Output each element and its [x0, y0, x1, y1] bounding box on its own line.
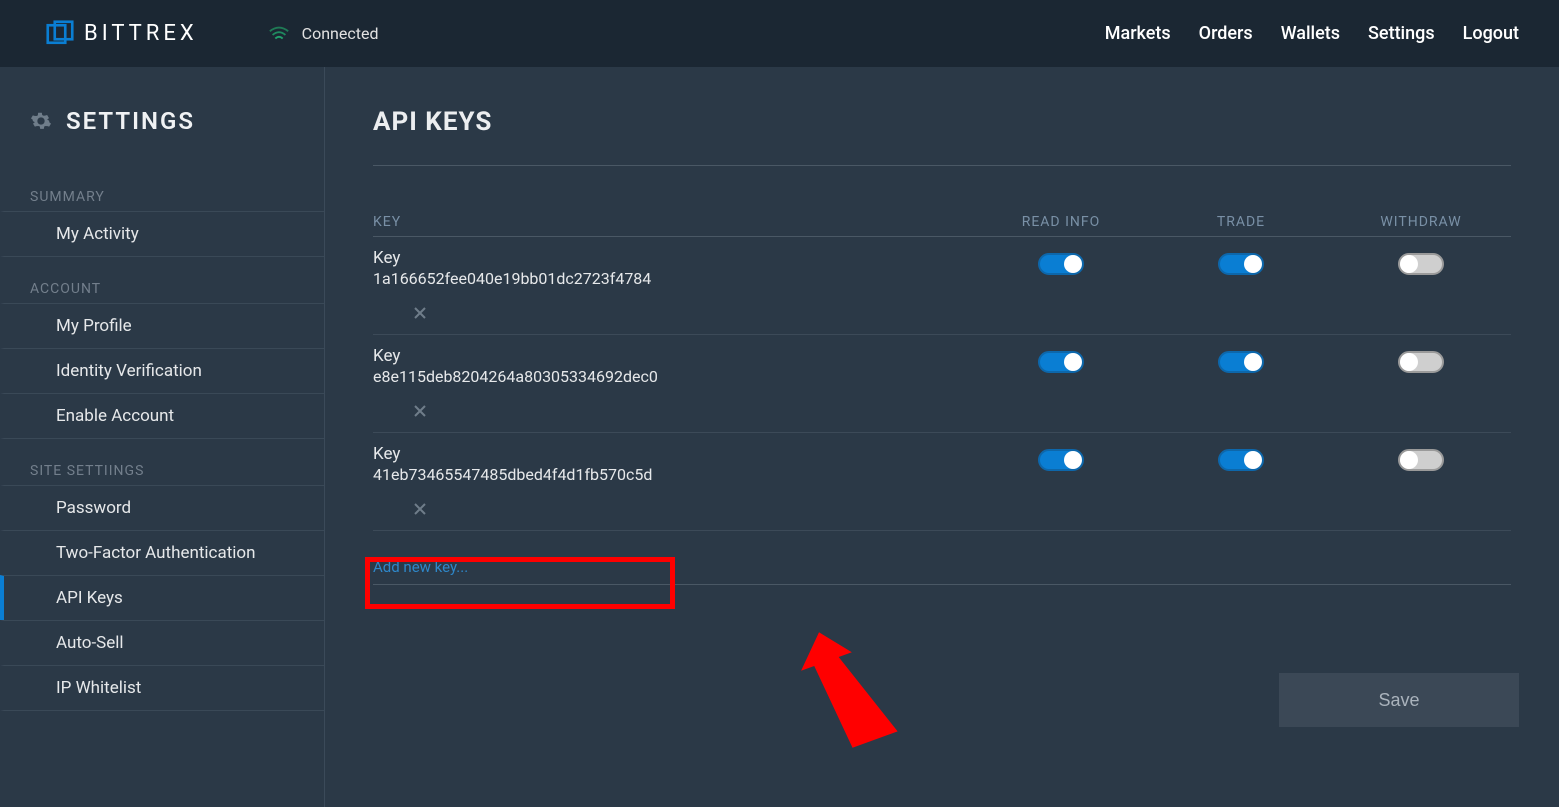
sidebar: SETTINGS SUMMARY My Activity ACCOUNT My …	[0, 67, 325, 807]
section-summary-label: SUMMARY	[0, 165, 324, 211]
close-icon	[414, 405, 426, 417]
delete-key-button[interactable]	[413, 404, 427, 418]
table-row: Key 1a166652fee040e19bb01dc2723f4784	[373, 237, 1511, 334]
connection-status: Connected	[268, 24, 379, 43]
top-nav: Markets Orders Wallets Settings Logout	[1105, 23, 1519, 44]
gear-icon	[30, 110, 52, 132]
key-value: 1a166652fee040e19bb01dc2723f4784	[373, 269, 971, 290]
col-trade: TRADE	[1151, 214, 1331, 230]
title-divider	[373, 165, 1511, 166]
nav-logout[interactable]: Logout	[1463, 23, 1519, 44]
key-cell: Key 1a166652fee040e19bb01dc2723f4784	[373, 247, 971, 326]
toggle-withdraw[interactable]	[1398, 351, 1444, 373]
api-keys-table: KEY READ INFO TRADE WITHDRAW Key 1a16665…	[373, 214, 1511, 531]
delete-key-button[interactable]	[413, 502, 427, 516]
key-value: e8e115deb8204264a80305334692dec0	[373, 367, 971, 388]
section-site-label: SITE SETTIINGS	[0, 439, 324, 485]
nav-markets[interactable]: Markets	[1105, 23, 1171, 44]
toggle-trade[interactable]	[1218, 351, 1264, 373]
sidebar-item-enable-account[interactable]: Enable Account	[0, 393, 324, 439]
toggle-read-info[interactable]	[1038, 351, 1084, 373]
section-summary-list: My Activity	[0, 211, 324, 257]
annotation-arrow-icon	[785, 627, 905, 757]
save-wrap: Save	[1279, 673, 1519, 727]
sidebar-title: SETTINGS	[66, 107, 195, 135]
section-account-label: ACCOUNT	[0, 257, 324, 303]
nav-settings[interactable]: Settings	[1368, 23, 1435, 44]
sidebar-item-password[interactable]: Password	[0, 485, 324, 530]
add-key-row: Add new key...	[373, 557, 1511, 585]
key-cell: Key 41eb73465547485dbed4f4d1fb570c5d	[373, 443, 971, 522]
toggle-read-info[interactable]	[1038, 253, 1084, 275]
toggle-trade[interactable]	[1218, 253, 1264, 275]
nav-wallets[interactable]: Wallets	[1281, 23, 1340, 44]
section-account-list: My Profile Identity Verification Enable …	[0, 303, 324, 439]
wifi-icon	[268, 25, 290, 43]
col-withdraw: WITHDRAW	[1331, 214, 1511, 230]
toggle-read-info[interactable]	[1038, 449, 1084, 471]
sidebar-item-identity-verification[interactable]: Identity Verification	[0, 348, 324, 393]
close-icon	[414, 503, 426, 515]
key-cell: Key e8e115deb8204264a80305334692dec0	[373, 345, 971, 424]
col-read-info: READ INFO	[971, 214, 1151, 230]
toggle-withdraw[interactable]	[1398, 253, 1444, 275]
col-key: KEY	[373, 214, 971, 230]
table-row: Key e8e115deb8204264a80305334692dec0	[373, 334, 1511, 432]
toggle-trade[interactable]	[1218, 449, 1264, 471]
sidebar-item-auto-sell[interactable]: Auto-Sell	[0, 620, 324, 665]
close-icon	[414, 307, 426, 319]
delete-key-button[interactable]	[413, 306, 427, 320]
toggle-withdraw[interactable]	[1398, 449, 1444, 471]
sidebar-item-api-keys[interactable]: API Keys	[0, 575, 324, 620]
key-value: 41eb73465547485dbed4f4d1fb570c5d	[373, 465, 971, 486]
brand[interactable]: BITTREX	[46, 20, 198, 48]
bittrex-logo-icon	[46, 20, 74, 48]
key-label: Key	[373, 247, 971, 269]
content: API KEYS KEY READ INFO TRADE WITHDRAW Ke…	[325, 67, 1559, 807]
key-label: Key	[373, 345, 971, 367]
sidebar-item-my-activity[interactable]: My Activity	[0, 211, 324, 257]
sidebar-header: SETTINGS	[0, 107, 324, 135]
topbar: BITTREX Connected Markets Orders Wallets…	[0, 0, 1559, 67]
save-button[interactable]: Save	[1279, 673, 1519, 727]
connection-label: Connected	[302, 24, 379, 43]
page-title: API KEYS	[325, 107, 1559, 137]
sidebar-item-my-profile[interactable]: My Profile	[0, 303, 324, 348]
section-site-list: Password Two-Factor Authentication API K…	[0, 485, 324, 711]
add-new-key-link[interactable]: Add new key...	[373, 558, 468, 576]
sidebar-item-ip-whitelist[interactable]: IP Whitelist	[0, 665, 324, 711]
table-header: KEY READ INFO TRADE WITHDRAW	[373, 214, 1511, 237]
sidebar-item-2fa[interactable]: Two-Factor Authentication	[0, 530, 324, 575]
brand-text: BITTREX	[84, 21, 198, 46]
key-label: Key	[373, 443, 971, 465]
table-row: Key 41eb73465547485dbed4f4d1fb570c5d	[373, 432, 1511, 531]
nav-orders[interactable]: Orders	[1199, 23, 1253, 44]
